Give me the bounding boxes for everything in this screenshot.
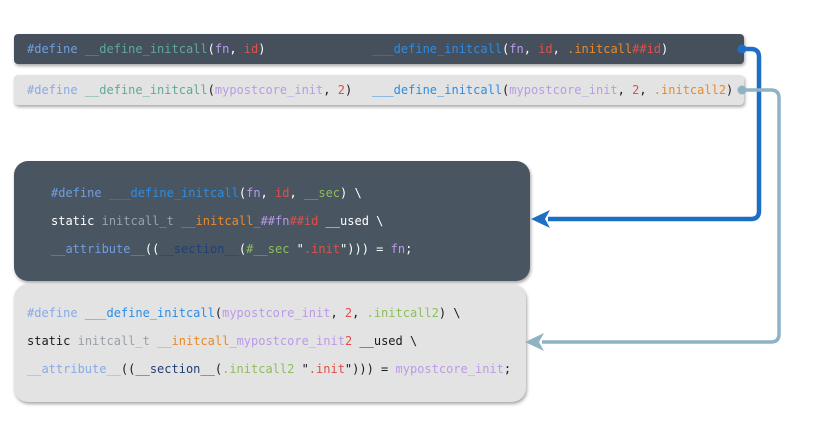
connector-arrows <box>525 44 781 351</box>
connector-arrowhead <box>531 210 550 228</box>
connector-arrowhead <box>525 333 544 351</box>
connector-line <box>542 88 781 344</box>
definition-connector <box>531 44 762 228</box>
connector-line <box>548 46 762 222</box>
